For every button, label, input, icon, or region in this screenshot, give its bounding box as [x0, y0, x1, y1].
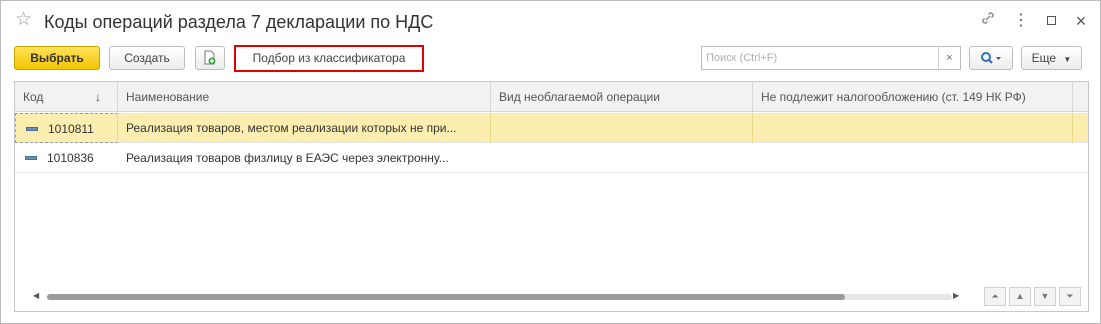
table-row[interactable]: 1010811 Реализация товаров, местом реали… [15, 113, 1088, 143]
cell-name: Реализация товаров, местом реализации ко… [118, 113, 491, 143]
title-bar: ☆ Коды операций раздела 7 декларации по … [1, 1, 1100, 41]
sort-down-icon: ↓ [95, 90, 101, 104]
search-button[interactable] [969, 46, 1013, 70]
horizontal-scrollbar[interactable]: ◀ ▶ [25, 288, 965, 304]
table-row[interactable]: 1010836 Реализация товаров физлицу в ЕАЭ… [15, 143, 1088, 173]
data-table: Код ↓ Наименование Вид необлагаемой опер… [14, 81, 1089, 312]
search-icon [981, 52, 1001, 64]
maximize-icon[interactable] [1041, 11, 1061, 31]
column-label: Код [23, 90, 44, 104]
column-header-not-taxable[interactable]: Не подлежит налогообложению (ст. 149 НК … [753, 82, 1073, 112]
table-header: Код ↓ Наименование Вид необлагаемой опер… [15, 82, 1088, 112]
more-button[interactable]: Еще ▼ [1021, 46, 1082, 70]
scroll-left-icon[interactable]: ◀ [33, 291, 39, 300]
list-navigation: ⏶ ▲ ▼ ⏷ [984, 287, 1084, 307]
more-button-label: Еще [1031, 51, 1057, 65]
clear-search-button[interactable]: × [938, 47, 960, 69]
create-button[interactable]: Создать [109, 46, 185, 70]
scroll-right-icon[interactable]: ▶ [953, 291, 959, 300]
search-input[interactable] [702, 47, 938, 69]
more-options-icon[interactable]: ⋮ [1011, 11, 1031, 31]
window: ☆ Коды операций раздела 7 декларации по … [0, 0, 1101, 324]
cell-operation-type [491, 113, 753, 143]
cell-name: Реализация товаров физлицу в ЕАЭС через … [126, 151, 449, 165]
create-by-copy-button[interactable] [195, 46, 225, 70]
column-header-operation-type[interactable]: Вид необлагаемой операции [491, 82, 753, 112]
search-box: × [701, 46, 961, 70]
item-icon [25, 156, 37, 160]
cell-operation-type [491, 143, 753, 173]
scroll-to-top-icon[interactable]: ⏶ [984, 287, 1006, 306]
window-title: Коды операций раздела 7 декларации по НД… [44, 12, 434, 32]
select-button[interactable]: Выбрать [14, 46, 100, 70]
chevron-down-icon: ▼ [1063, 55, 1072, 64]
scroll-down-icon[interactable]: ▼ [1034, 287, 1056, 306]
scroll-up-icon[interactable]: ▲ [1009, 287, 1031, 306]
cell-code: 1010836 [15, 143, 118, 173]
close-icon[interactable]: × [1071, 11, 1091, 31]
cell-code: 1010811 [15, 113, 118, 143]
document-add-icon [204, 50, 216, 65]
cell-not-taxable [753, 113, 1073, 143]
scroll-to-bottom-icon[interactable]: ⏷ [1059, 287, 1081, 306]
column-header-name[interactable]: Наименование [118, 82, 491, 112]
column-header-code[interactable]: Код ↓ [15, 82, 118, 112]
link-icon[interactable] [978, 11, 998, 31]
favorite-star-icon[interactable]: ☆ [15, 10, 32, 30]
scrollbar-thumb[interactable] [47, 294, 845, 300]
cell-not-taxable [753, 143, 1073, 173]
pick-from-classifier-button[interactable]: Подбор из классификатора [234, 45, 424, 72]
item-icon [26, 127, 38, 131]
